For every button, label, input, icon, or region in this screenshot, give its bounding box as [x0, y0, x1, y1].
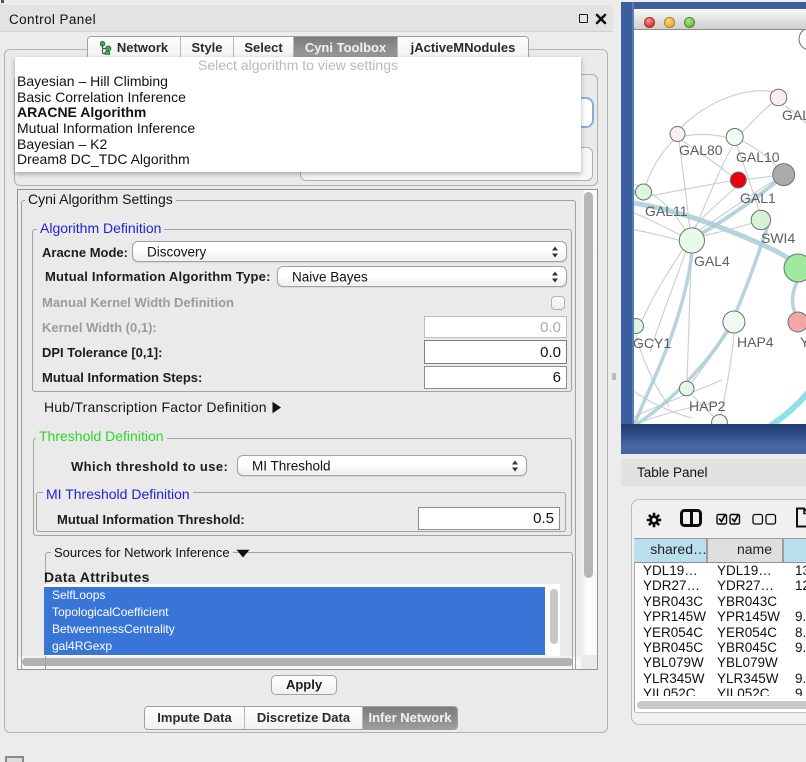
- svg-text:GAL10: GAL10: [736, 149, 780, 165]
- svg-text:SWI4: SWI4: [761, 230, 795, 246]
- svg-text:GAL11: GAL11: [645, 203, 688, 219]
- svg-text:GAL1: GAL1: [740, 190, 776, 206]
- svg-text:GCY1: GCY1: [634, 335, 671, 351]
- svg-text:GAL7: GAL7: [782, 107, 806, 123]
- svg-text:GAL4: GAL4: [694, 253, 730, 269]
- svg-text:Y: Y: [800, 334, 806, 350]
- svg-text:HAP4: HAP4: [737, 334, 774, 350]
- svg-text:HAP2: HAP2: [689, 398, 726, 414]
- svg-text:GAL80: GAL80: [679, 142, 723, 158]
